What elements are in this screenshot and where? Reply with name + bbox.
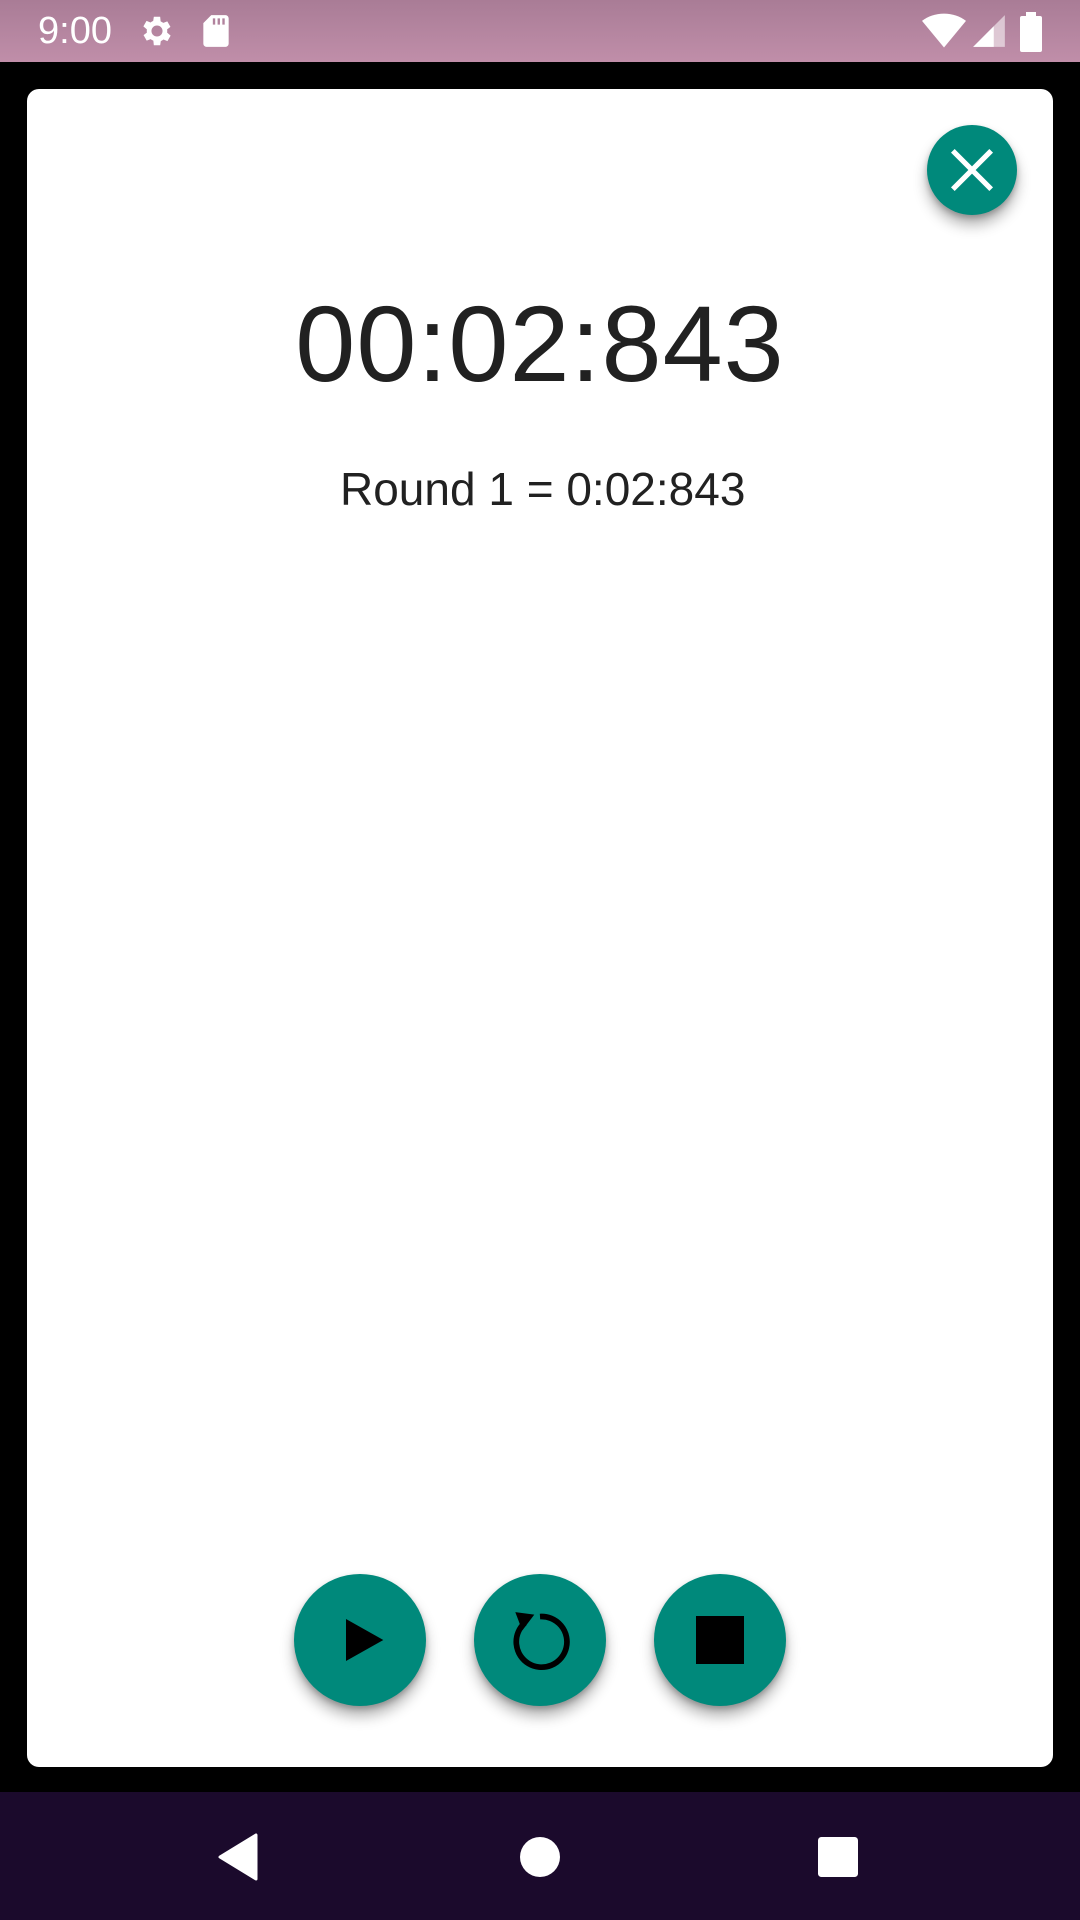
screen: 9:00 00:02:843 Round 1 = 0:02:843 (0, 0, 1080, 1920)
sd-card-icon (197, 12, 235, 50)
recents-icon (818, 1837, 858, 1877)
reset-button[interactable] (474, 1574, 606, 1706)
wifi-icon (922, 12, 966, 50)
play-button[interactable] (294, 1574, 426, 1706)
navigation-bar (0, 1792, 1080, 1920)
timer-display: 00:02:843 (295, 283, 785, 404)
status-time: 9:00 (38, 10, 112, 52)
settings-icon (138, 12, 176, 50)
stopwatch-dialog: 00:02:843 Round 1 = 0:02:843 (27, 89, 1053, 1767)
battery-icon (1018, 12, 1044, 52)
recents-button[interactable] (803, 1822, 873, 1892)
round-list-item: Round 1 = 0:02:843 (340, 463, 746, 515)
stop-icon (696, 1616, 744, 1664)
back-icon (216, 1833, 260, 1881)
close-button[interactable] (927, 125, 1017, 215)
close-icon (946, 144, 998, 196)
stop-button[interactable] (654, 1574, 786, 1706)
play-icon (332, 1612, 388, 1668)
home-button[interactable] (505, 1822, 575, 1892)
back-button[interactable] (203, 1822, 273, 1892)
home-icon (520, 1837, 560, 1877)
status-bar: 9:00 (0, 0, 1080, 62)
reset-icon (502, 1602, 578, 1678)
cell-signal-icon (970, 12, 1008, 50)
